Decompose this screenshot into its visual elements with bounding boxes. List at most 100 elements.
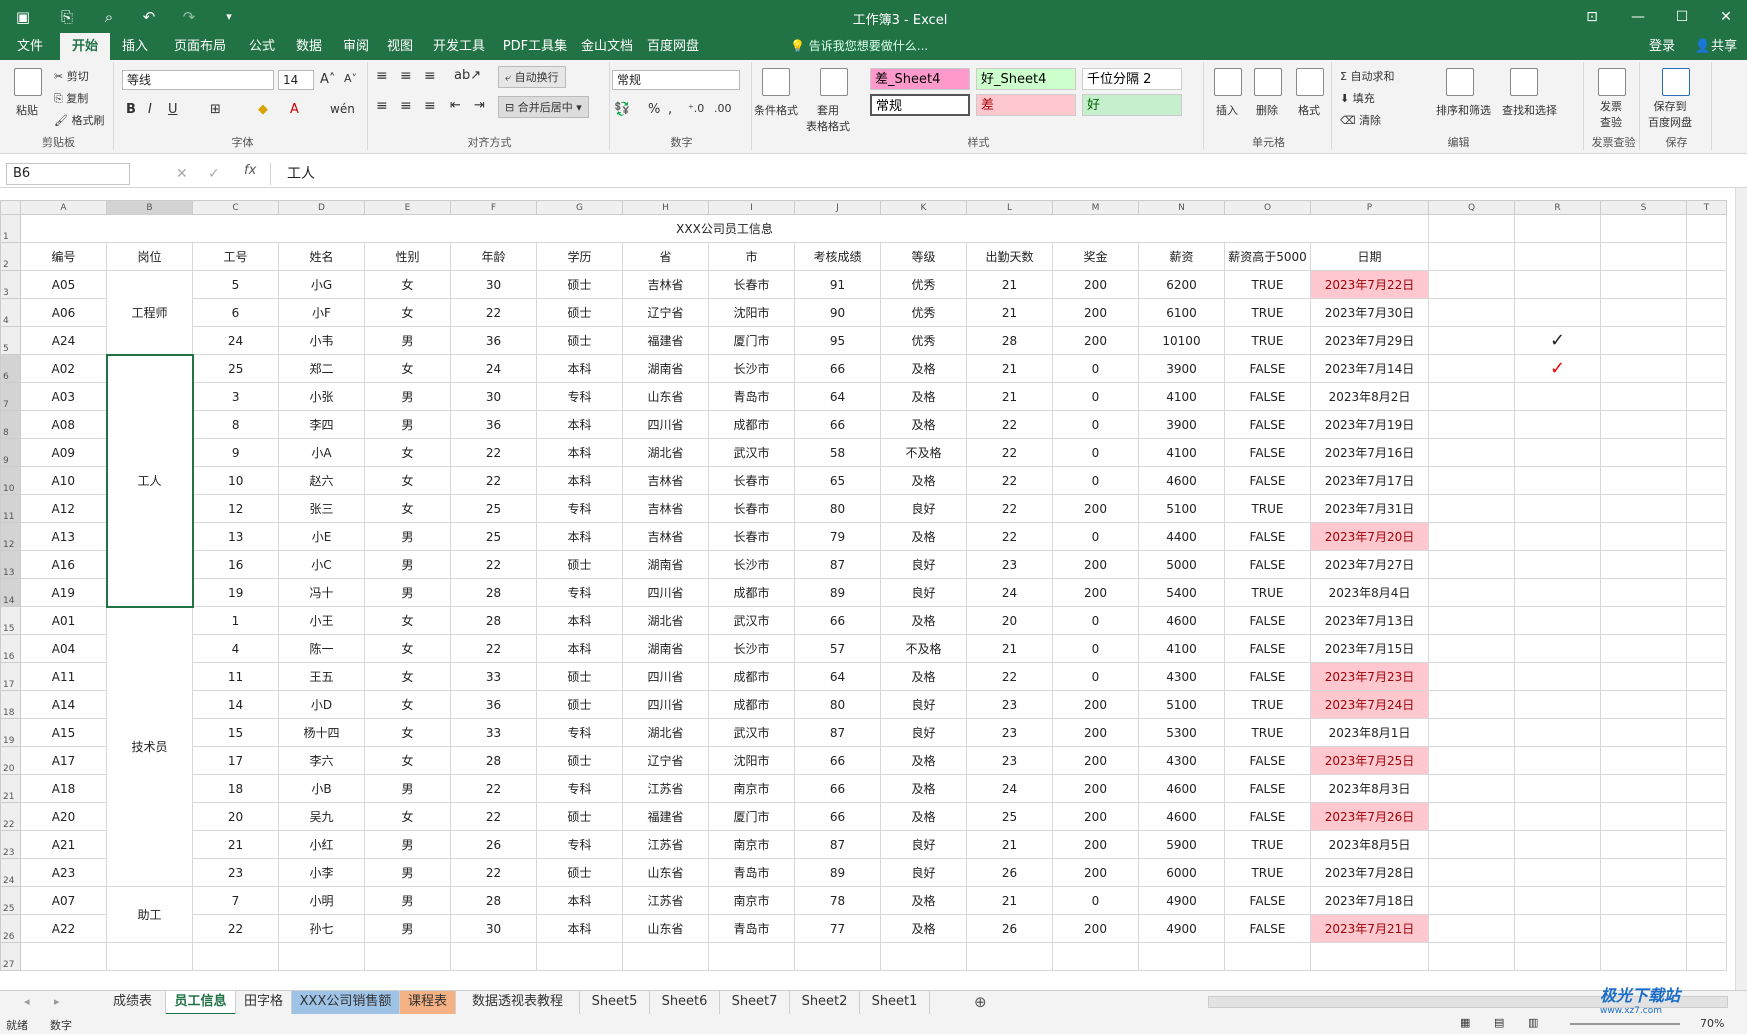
column-header[interactable]: H xyxy=(622,200,709,215)
cell[interactable] xyxy=(1686,522,1727,551)
cell[interactable]: 22 xyxy=(450,550,537,579)
cell[interactable]: 4600 xyxy=(1138,802,1225,831)
cell[interactable]: 36 xyxy=(450,326,537,355)
font-name-select[interactable]: 等线 xyxy=(122,70,274,90)
cell[interactable]: 吉林省 xyxy=(622,270,709,299)
cell[interactable] xyxy=(1514,438,1601,467)
cell[interactable]: FALSE xyxy=(1224,438,1311,467)
cell[interactable]: 南京市 xyxy=(708,774,795,803)
cell[interactable]: 小韦 xyxy=(278,326,365,355)
cell[interactable]: 200 xyxy=(1052,774,1139,803)
cell[interactable]: 2023年8月2日 xyxy=(1310,382,1429,411)
cell[interactable]: 4900 xyxy=(1138,914,1225,943)
customize-icon[interactable]: ▾ xyxy=(218,6,240,28)
cell[interactable] xyxy=(1052,942,1139,971)
cell[interactable]: 男 xyxy=(364,326,451,355)
cell[interactable]: 及格 xyxy=(880,886,967,915)
cell[interactable] xyxy=(1686,326,1727,355)
cell[interactable] xyxy=(1686,858,1727,887)
position-merged-cell[interactable]: 工人 xyxy=(105,353,194,608)
cell[interactable] xyxy=(1514,242,1601,271)
cell[interactable]: 28 xyxy=(450,606,537,635)
cell[interactable]: 本科 xyxy=(536,354,623,383)
sheet-tab[interactable]: Sheet5 xyxy=(580,991,650,1015)
select-all-corner[interactable] xyxy=(0,200,21,215)
cell[interactable]: 23 xyxy=(192,858,279,887)
cell[interactable]: 28 xyxy=(450,886,537,915)
conditional-format-button[interactable]: 条件格式 xyxy=(754,102,798,118)
column-header[interactable]: I xyxy=(708,200,795,215)
cell[interactable]: 李六 xyxy=(278,746,365,775)
maximize-icon[interactable]: ☐ xyxy=(1662,4,1702,30)
cell[interactable]: 2023年7月14日 xyxy=(1310,354,1429,383)
cell[interactable]: 男 xyxy=(364,914,451,943)
cell[interactable]: 20 xyxy=(192,802,279,831)
cell[interactable]: 湖南省 xyxy=(622,550,709,579)
row-header[interactable]: 3 xyxy=(0,270,21,299)
row-header[interactable]: 2 xyxy=(0,242,21,271)
cell[interactable] xyxy=(1428,830,1515,859)
cell[interactable]: 22 xyxy=(966,522,1053,551)
cell[interactable]: 湖南省 xyxy=(622,354,709,383)
column-header[interactable]: O xyxy=(1224,200,1311,215)
cell[interactable]: TRUE xyxy=(1224,494,1311,523)
cell[interactable] xyxy=(1514,578,1601,607)
cell[interactable] xyxy=(1514,914,1601,943)
wrap-text-button[interactable]: ⤶ 自动换行 xyxy=(498,66,566,88)
cell[interactable]: 南京市 xyxy=(708,830,795,859)
cell[interactable]: 21 xyxy=(966,382,1053,411)
merge-center-button[interactable]: ⊟ 合并后居中 ▾ xyxy=(498,96,589,118)
cell[interactable]: 10100 xyxy=(1138,326,1225,355)
cell[interactable]: 专科 xyxy=(536,830,623,859)
cell[interactable]: 1 xyxy=(192,606,279,635)
cell[interactable]: 2023年7月26日 xyxy=(1310,802,1429,831)
paste-icon[interactable] xyxy=(14,68,42,96)
cell[interactable]: 2023年7月30日 xyxy=(1310,298,1429,327)
tell-me[interactable]: 💡 告诉我您想要做什么... xyxy=(790,33,928,60)
cell[interactable]: 0 xyxy=(1052,606,1139,635)
cell[interactable]: 辽宁省 xyxy=(622,746,709,775)
cell[interactable] xyxy=(1600,634,1687,663)
cell[interactable]: 25 xyxy=(450,494,537,523)
menu-10[interactable]: 金山文档 xyxy=(574,33,640,60)
cell[interactable]: 长沙市 xyxy=(708,550,795,579)
close-icon[interactable]: ✕ xyxy=(1706,4,1746,30)
spreadsheet-grid[interactable]: A B C D E F G H I J K L M N O P Q R S T 1 XXX公司员工信息 2 编号 岗位 工号 姓名性… xyxy=(0,200,1735,988)
cell[interactable]: 湖南省 xyxy=(622,634,709,663)
fill-button[interactable]: ⬇ 填充 xyxy=(1340,90,1375,106)
cell[interactable]: 良好 xyxy=(880,690,967,719)
cell[interactable]: 33 xyxy=(450,662,537,691)
cell[interactable]: 福建省 xyxy=(622,802,709,831)
cell[interactable]: 0 xyxy=(1052,634,1139,663)
cell[interactable] xyxy=(192,942,279,971)
header-cell[interactable]: 姓名 xyxy=(278,242,365,271)
cell[interactable]: 0 xyxy=(1052,466,1139,495)
header-cell[interactable]: 编号 xyxy=(20,242,107,271)
cell[interactable]: 专科 xyxy=(536,494,623,523)
column-header[interactable]: D xyxy=(278,200,365,215)
cell[interactable] xyxy=(1686,718,1727,747)
cell[interactable]: 小D xyxy=(278,690,365,719)
cell[interactable]: 专科 xyxy=(536,774,623,803)
cell[interactable]: FALSE xyxy=(1224,914,1311,943)
cell[interactable]: 89 xyxy=(794,578,881,607)
header-cell[interactable]: 薪资高于5000 xyxy=(1224,242,1311,271)
cell[interactable]: 小F xyxy=(278,298,365,327)
cell[interactable] xyxy=(1514,634,1601,663)
cell[interactable]: 3900 xyxy=(1138,354,1225,383)
header-cell[interactable]: 岗位 xyxy=(106,242,193,271)
insert-function-icon[interactable]: fx xyxy=(244,163,256,178)
paste-button[interactable]: 粘贴 xyxy=(16,102,38,118)
header-cell[interactable]: 省 xyxy=(622,242,709,271)
cell[interactable]: 及格 xyxy=(880,914,967,943)
cell[interactable]: FALSE xyxy=(1224,550,1311,579)
cell[interactable] xyxy=(1686,690,1727,719)
style-good[interactable]: 好 xyxy=(1082,94,1182,116)
sheet-tab[interactable]: 田字格 xyxy=(236,991,292,1015)
cell[interactable] xyxy=(1514,298,1601,327)
cell[interactable]: 良好 xyxy=(880,578,967,607)
cell[interactable] xyxy=(1514,270,1601,299)
cell[interactable]: 男 xyxy=(364,410,451,439)
cell[interactable]: 小红 xyxy=(278,830,365,859)
cell[interactable]: A15 xyxy=(20,718,107,747)
